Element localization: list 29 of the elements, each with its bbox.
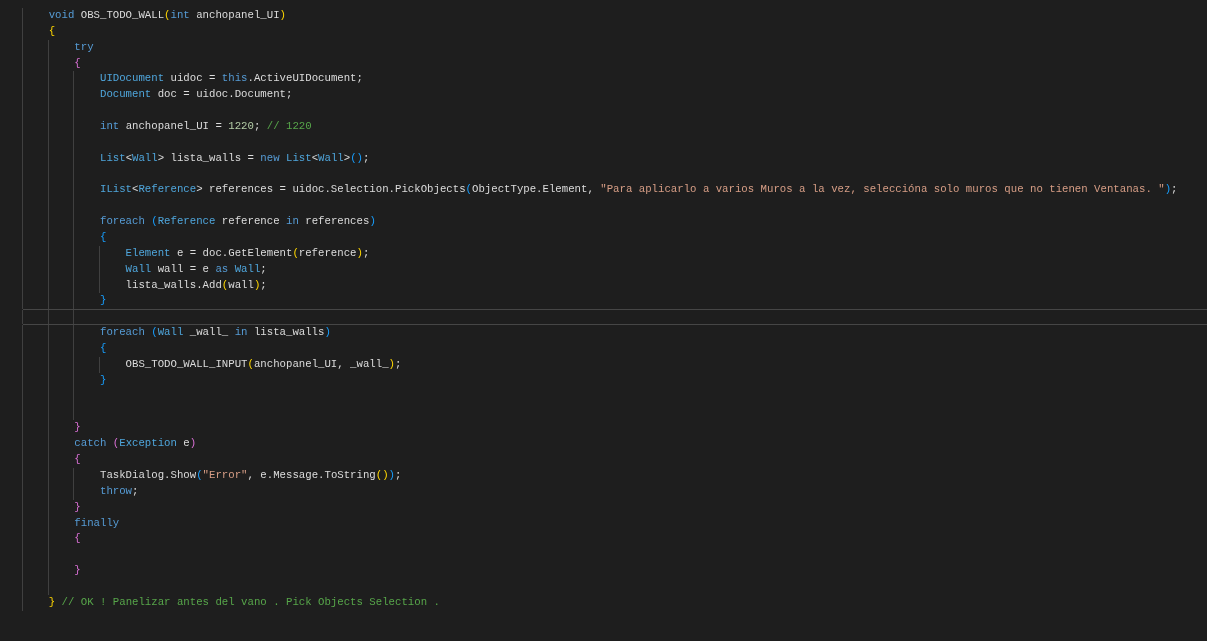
code-line: finally	[73, 516, 120, 529]
code-line: }	[98, 294, 107, 307]
code-line: {	[47, 24, 56, 37]
code-line: }	[98, 373, 107, 386]
code-line: throw;	[98, 484, 139, 497]
code-line: TaskDialog.Show("Error", e.Message.ToString());	[98, 468, 402, 481]
code-line: int anchopanel_UI = 1220; // 1220	[98, 120, 312, 132]
code-line: IList<Reference> references = uidoc.Selection.PickObjects(ObjectType.Element, "Para aplicarlo a varios Muros a la vez, seleccióna solo muros que no tienen Ventanas. ");	[98, 183, 1178, 196]
code-line: Wall wall = e as Wall;	[124, 262, 267, 275]
code-line: Document doc = uidoc.Document;	[98, 88, 293, 101]
code-line: OBS_TODO_WALL_INPUT(anchopanel_UI, _wall_);	[124, 357, 402, 370]
code-line: foreach (Wall _wall_ in lista_walls)	[98, 326, 331, 339]
code-line: List<Wall> lista_walls = new List<Wall>();	[98, 151, 370, 164]
code-line: {	[73, 532, 81, 545]
code-line: }	[73, 421, 81, 434]
code-line: }	[73, 564, 81, 577]
code-line: catch (Exception e)	[73, 437, 197, 450]
code-line: {	[73, 56, 81, 69]
code-line: lista_walls.Add(wall);	[124, 278, 267, 291]
code-line: {	[98, 342, 107, 355]
code-line: Element e = doc.GetElement(reference);	[124, 246, 370, 259]
code-line: try	[73, 40, 94, 53]
code-line: {	[98, 231, 107, 244]
code-line: }	[73, 500, 81, 513]
code-line: UIDocument uidoc = this.ActiveUIDocument;	[98, 72, 363, 85]
code-line: {	[73, 453, 81, 466]
code-line: } // OK ! Panelizar antes del vano . Pick Objects Selection .	[47, 595, 440, 608]
code-line: void OBS_TODO_WALL(int anchopanel_UI)	[47, 9, 286, 21]
code-line: foreach (Reference reference in references)	[98, 215, 376, 228]
